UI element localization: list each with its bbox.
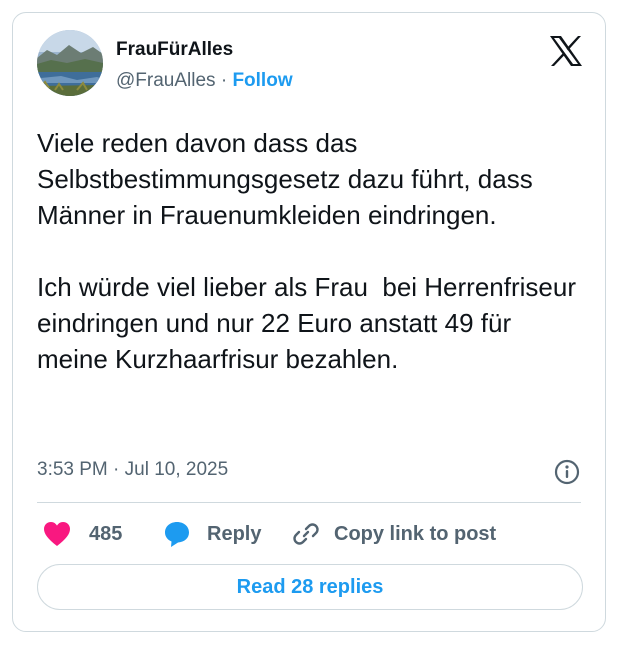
copy-link-button[interactable]: Copy link to post	[292, 517, 496, 551]
tweet-paragraph: Viele reden davon dass das Selbstbestimm…	[37, 128, 540, 230]
heart-icon	[44, 522, 70, 546]
follow-button[interactable]: Follow	[232, 70, 292, 91]
divider	[37, 502, 581, 503]
info-icon[interactable]	[554, 459, 580, 485]
tweet-paragraph: Ich würde viel lieber als Frau bei Herre…	[37, 272, 584, 374]
copy-link-label: Copy link to post	[334, 522, 497, 545]
tweet-card: FrauFürAlles @FrauAlles · Follow Viele r…	[12, 12, 606, 632]
x-logo-icon[interactable]	[549, 35, 583, 67]
tweet-text: Viele reden davon dass das Selbstbestimm…	[37, 125, 587, 377]
action-bar: 485 Reply Copy link to post	[37, 517, 587, 551]
tweet-timestamp[interactable]: 3:53 PM · Jul 10, 2025	[37, 459, 228, 481]
author-handle[interactable]: @FrauAlles	[116, 70, 216, 91]
reply-bubble-icon	[165, 522, 189, 547]
author-name[interactable]: FrauFürAlles	[116, 39, 233, 61]
read-replies-label: Read 28 replies	[236, 575, 384, 598]
reply-button[interactable]: Reply	[163, 517, 261, 551]
like-count: 485	[89, 522, 123, 545]
link-icon	[293, 523, 319, 545]
author-handle-row: @FrauAlles · Follow	[116, 70, 293, 92]
avatar-image	[37, 30, 103, 96]
handle-separator: ·	[215, 70, 233, 91]
read-replies-button[interactable]: Read 28 replies	[37, 564, 583, 610]
like-button[interactable]: 485	[43, 517, 122, 551]
reply-label: Reply	[207, 522, 262, 545]
avatar[interactable]	[37, 30, 103, 96]
